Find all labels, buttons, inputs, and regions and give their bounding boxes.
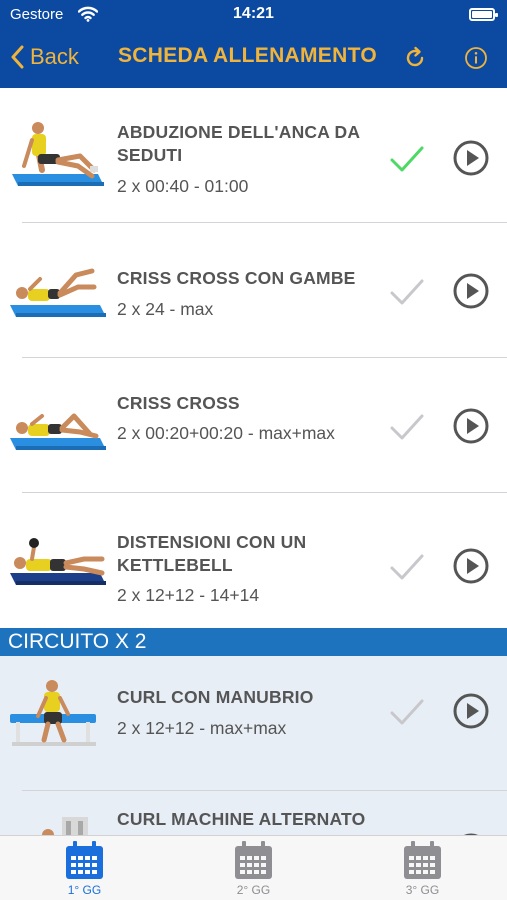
exercise-detail: 2 x 24 - max: [117, 299, 214, 319]
back-label: Back: [30, 44, 79, 69]
exercise-illustration: [10, 680, 96, 746]
section-header: CIRCUITO X 2: [0, 628, 507, 656]
info-button[interactable]: [464, 46, 488, 75]
exercise-illustration: [10, 413, 106, 450]
check-icon: [390, 414, 424, 440]
chevron-left-icon: [11, 45, 24, 69]
exercise-title: ABDUZIONE DELL'ANCA DA SEDUTI: [117, 122, 360, 165]
check-icon: [390, 699, 424, 725]
exercise-illustration: [42, 817, 88, 835]
check-icon: [390, 146, 424, 172]
navigation-bar: Back SCHEDA ALLENAMENTO: [0, 30, 507, 88]
page-title: SCHEDA ALLENAMENTO: [118, 44, 377, 67]
calendar-icon: [404, 841, 441, 879]
play-button[interactable]: [453, 140, 489, 176]
play-button[interactable]: [453, 273, 489, 309]
tab-label: 1° GG: [67, 883, 102, 897]
exercise-row[interactable]: ABDUZIONE DELL'ANCA DA SEDUTI 2 x 00:40 …: [0, 88, 507, 223]
refresh-button[interactable]: [403, 46, 427, 75]
tab-bar: 1° GG 2° GG 3° GG: [0, 835, 507, 900]
exercise-detail: 2 x 00:20+00:20 - max+max: [117, 423, 335, 443]
info-icon: [465, 47, 487, 69]
play-button[interactable]: [453, 693, 489, 729]
exercise-detail: 2 x 00:40 - 01:00: [117, 176, 249, 196]
exercise-title: CRISS CROSS: [117, 393, 240, 413]
calendar-icon: [235, 841, 272, 879]
tab-label: 3° GG: [405, 883, 440, 897]
exercise-title: CRISS CROSS CON GAMBE: [117, 268, 356, 288]
exercise-row[interactable]: CRISS CROSS CON GAMBE 2 x 24 - max: [0, 223, 507, 358]
exercise-detail: 2 x 12+12 - max+max: [117, 718, 287, 738]
tab-label: 2° GG: [236, 883, 271, 897]
calendar-icon: [66, 841, 103, 879]
exercise-row[interactable]: CURL MACHINE ALTERNATO: [0, 791, 507, 835]
check-icon: [390, 279, 424, 305]
battery-icon: [469, 8, 498, 21]
exercise-row[interactable]: CRISS CROSS 2 x 00:20+00:20 - max+max: [0, 358, 507, 493]
exercise-illustration: [10, 268, 106, 317]
tab-day-1[interactable]: 1° GG: [0, 836, 169, 900]
exercise-title: DISTENSIONI CON UN KETTLEBELL: [117, 532, 307, 575]
status-time: 14:21: [233, 5, 274, 22]
refresh-icon: [406, 46, 424, 67]
exercise-title: CURL MACHINE ALTERNATO: [117, 809, 366, 829]
exercise-row[interactable]: CURL CON MANUBRIO 2 x 12+12 - max+max: [0, 656, 507, 791]
exercise-illustration: [10, 538, 106, 585]
exercise-list[interactable]: ABDUZIONE DELL'ANCA DA SEDUTI 2 x 00:40 …: [0, 88, 507, 835]
back-button[interactable]: Back: [10, 44, 79, 70]
exercise-title: CURL CON MANUBRIO: [117, 687, 314, 707]
tab-day-2[interactable]: 2° GG: [169, 836, 338, 900]
check-icon: [390, 554, 424, 580]
play-button[interactable]: [453, 548, 489, 584]
tab-day-3[interactable]: 3° GG: [338, 836, 507, 900]
exercise-row[interactable]: DISTENSIONI CON UN KETTLEBELL 2 x 12+12 …: [0, 493, 507, 628]
status-bar: Gestore 14:21: [0, 0, 507, 30]
exercise-detail: 2 x 12+12 - 14+14: [117, 585, 260, 605]
exercise-illustration: [12, 122, 104, 186]
play-button[interactable]: [453, 408, 489, 444]
